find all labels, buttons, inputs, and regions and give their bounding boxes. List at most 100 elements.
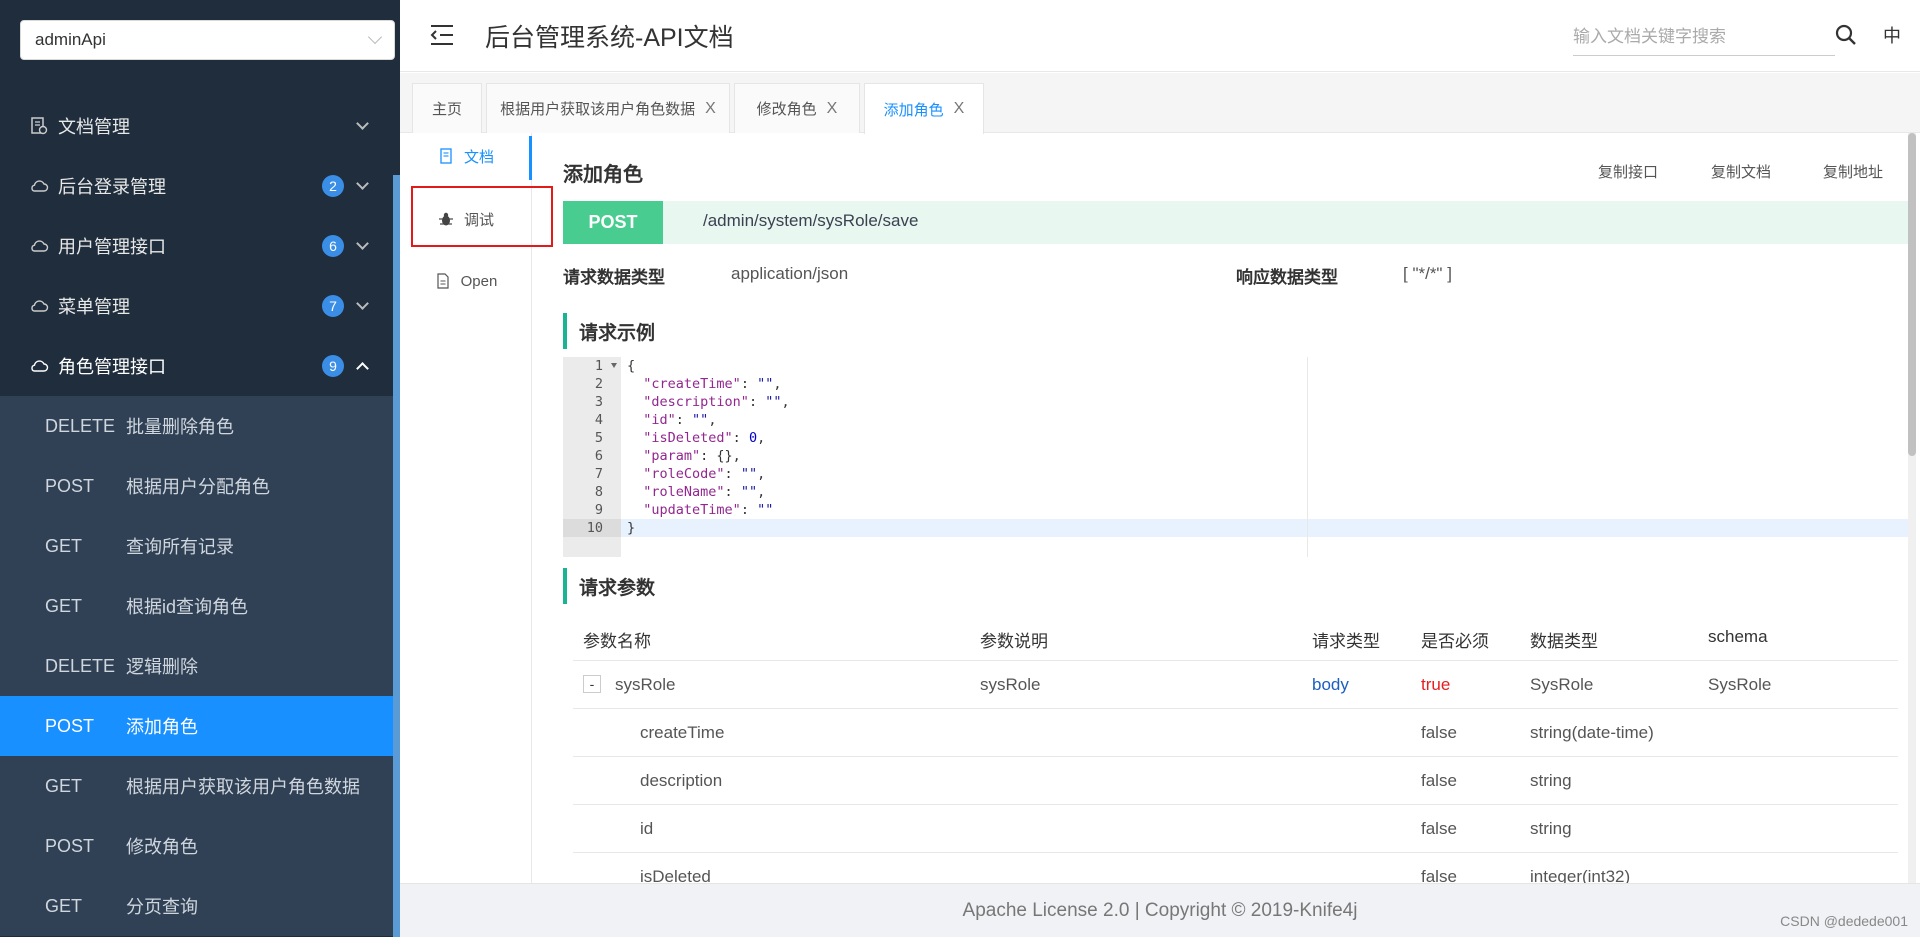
- response-type-value: [ "*/*" ]: [1403, 264, 1452, 283]
- scrollbar-thumb[interactable]: [1908, 133, 1916, 456]
- sidebar-item-label: 逻辑删除: [126, 657, 198, 677]
- code-line: "param": {},: [643, 448, 741, 464]
- tab-user-roles[interactable]: 根据用户获取该用户角色数据 X: [486, 83, 730, 133]
- nav-docs[interactable]: 文档: [400, 136, 532, 176]
- cloud-icon: [28, 295, 50, 317]
- request-example-editor[interactable]: 1 {2 "createTime": "", 3 "description": ""…: [563, 357, 1910, 557]
- sidebar-item-batch-delete-role[interactable]: DELETE 批量删除角色: [0, 396, 393, 456]
- copy-address-button[interactable]: 复制地址: [1823, 161, 1883, 182]
- line-number: 3: [594, 394, 603, 410]
- sidebar: adminApi 文档管理 后台登录管理 2 用户管理接口 6 菜单管理 7 角…: [0, 0, 400, 937]
- api-group-select-value: adminApi: [35, 30, 106, 49]
- tab-label: 主页: [431, 101, 462, 118]
- code-line: "roleCode": "",: [643, 466, 766, 482]
- http-method: GET: [45, 535, 83, 556]
- param-required: false: [1421, 819, 1457, 838]
- chevron-down-icon: [367, 29, 383, 45]
- sidebar-item-user-roles[interactable]: GET 根据用户获取该用户角色数据: [0, 756, 393, 816]
- sidebar-group-login[interactable]: 后台登录管理 2: [0, 156, 393, 216]
- table-header: 参数名称 参数说明 请求类型 是否必须 数据类型 schema: [573, 613, 1898, 661]
- sidebar-item-logic-delete[interactable]: DELETE 逻辑删除: [0, 636, 393, 696]
- http-method: GET: [45, 895, 83, 916]
- count-badge: 9: [322, 355, 344, 377]
- content-scrollbar[interactable]: [1908, 133, 1916, 883]
- close-icon[interactable]: X: [954, 100, 965, 118]
- sidebar-group-docs[interactable]: 文档管理: [0, 96, 393, 156]
- sidebar-item-assign-role[interactable]: POST 根据用户分配角色: [0, 456, 393, 516]
- tab-home[interactable]: 主页: [412, 83, 482, 133]
- http-method: DELETE: [45, 655, 116, 676]
- collapse-toggle[interactable]: -: [583, 675, 601, 693]
- document-settings-icon: [28, 115, 50, 137]
- param-type: string: [1530, 771, 1572, 790]
- search-input[interactable]: [1573, 18, 1835, 56]
- tab-add-role[interactable]: 添加角色 X: [864, 83, 984, 134]
- http-method: POST: [45, 835, 95, 856]
- sidebar-item-label: 根据用户分配角色: [126, 477, 270, 497]
- language-switch[interactable]: 中: [1883, 22, 1901, 48]
- count-badge: 7: [322, 295, 344, 317]
- sidebar-scrollbar[interactable]: [393, 175, 400, 937]
- tab-label: 修改角色: [756, 101, 817, 118]
- sidebar-item-add-role[interactable]: POST 添加角色: [0, 696, 393, 756]
- column-header: schema: [1708, 627, 1768, 646]
- nav-open[interactable]: Open: [400, 261, 532, 301]
- sidebar-group-label: 文档管理: [58, 117, 130, 137]
- param-type: string(date-time): [1530, 723, 1654, 742]
- copy-doc-button[interactable]: 复制文档: [1711, 161, 1771, 182]
- sidebar-item-get-by-id[interactable]: GET 根据id查询角色: [0, 576, 393, 636]
- active-nav-indicator: [529, 136, 532, 180]
- tab-bar: 主页 根据用户获取该用户角色数据 X 修改角色 X 添加角色 X: [400, 73, 1920, 134]
- param-required: false: [1421, 867, 1457, 883]
- column-header: 数据类型: [1530, 632, 1598, 651]
- code-line: "createTime": "",: [643, 376, 782, 392]
- chevron-down-icon: [356, 177, 369, 190]
- param-in: body: [1312, 675, 1349, 694]
- sidebar-group-label: 用户管理接口: [58, 237, 166, 257]
- menu-fold-icon[interactable]: [430, 24, 454, 46]
- tab-label: 添加角色: [883, 101, 944, 119]
- sidebar-group-users[interactable]: 用户管理接口 6: [0, 216, 393, 276]
- http-method: POST: [45, 475, 95, 496]
- request-type-label: 请求数据类型: [563, 268, 665, 287]
- copy-api-button[interactable]: 复制接口: [1598, 161, 1658, 182]
- section-title-example: 请求示例: [563, 313, 655, 349]
- param-type: integer(int32): [1530, 867, 1631, 883]
- column-header: 请求类型: [1312, 632, 1380, 651]
- sidebar-item-label: 根据用户获取该用户角色数据: [126, 777, 360, 797]
- param-name: isDeleted: [640, 867, 711, 883]
- close-icon[interactable]: X: [827, 100, 838, 118]
- param-name: id: [640, 819, 654, 838]
- document-icon: [440, 148, 452, 164]
- column-header: 是否必须: [1421, 632, 1489, 651]
- request-type-value: application/json: [731, 264, 849, 283]
- sidebar-group-label: 后台登录管理: [58, 177, 166, 197]
- chevron-down-icon: [356, 297, 369, 310]
- cloud-icon: [28, 175, 50, 197]
- sidebar-group-menus[interactable]: 菜单管理 7: [0, 276, 393, 336]
- line-number: 2: [594, 376, 603, 392]
- sidebar-item-update-role[interactable]: POST 修改角色: [0, 816, 393, 876]
- sidebar-item-label: 根据id查询角色: [126, 597, 249, 617]
- sidebar-item-page-query[interactable]: GET 分页查询: [0, 876, 393, 936]
- tab-update-role[interactable]: 修改角色 X: [734, 83, 860, 133]
- close-icon[interactable]: X: [705, 100, 716, 118]
- sidebar-item-label: 批量删除角色: [126, 417, 234, 437]
- sidebar-menu: 文档管理 后台登录管理 2 用户管理接口 6 菜单管理 7 角色管理接口 9 D…: [0, 96, 393, 936]
- http-method: POST: [45, 715, 95, 736]
- search-icon[interactable]: [1833, 22, 1859, 48]
- sidebar-group-roles[interactable]: 角色管理接口 9: [0, 336, 393, 396]
- sidebar-item-label: 添加角色: [126, 717, 198, 737]
- param-name: description: [640, 771, 723, 790]
- code-line: "id": "",: [643, 412, 717, 428]
- http-method: DELETE: [45, 415, 116, 436]
- param-type: SysRole: [1530, 675, 1594, 694]
- sidebar-item-label: 修改角色: [126, 837, 198, 857]
- http-method: GET: [45, 775, 83, 796]
- sidebar-submenu-roles: DELETE 批量删除角色 POST 根据用户分配角色 GET 查询所有记录 G…: [0, 396, 393, 936]
- sidebar-group-label: 菜单管理: [58, 297, 130, 317]
- sidebar-item-find-all[interactable]: GET 查询所有记录: [0, 516, 393, 576]
- print-margin: [1307, 357, 1308, 557]
- line-number: 10: [586, 520, 603, 536]
- api-group-select[interactable]: adminApi: [20, 20, 395, 60]
